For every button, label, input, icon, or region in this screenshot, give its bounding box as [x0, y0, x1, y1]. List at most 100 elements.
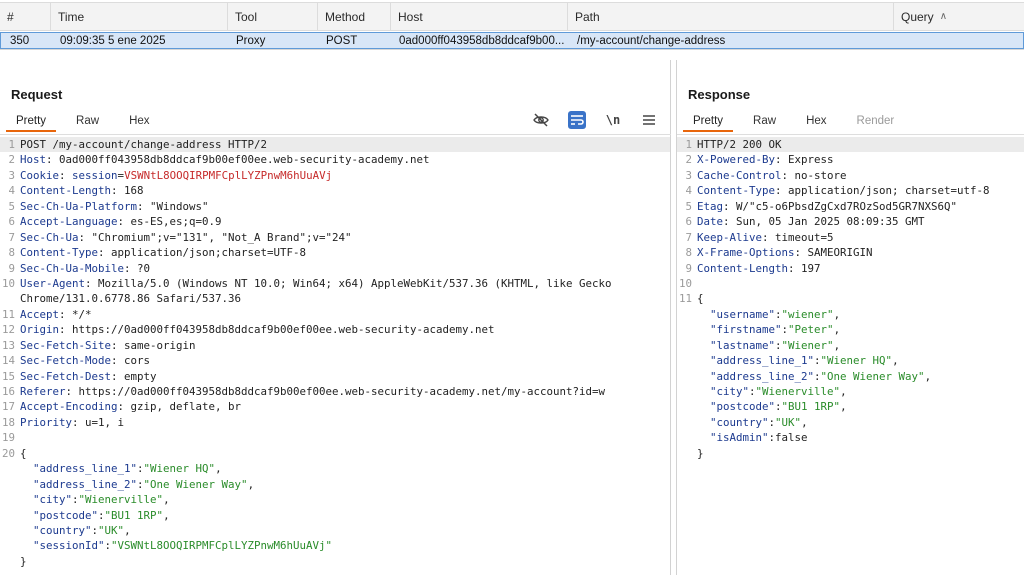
column-header-tool[interactable]: Tool	[228, 3, 318, 30]
column-header-query[interactable]: Query ∧	[894, 3, 1024, 30]
request-line: 1 POST /my-account/change-address HTTP/2	[0, 137, 670, 153]
column-header-time[interactable]: Time	[51, 3, 228, 30]
header-name: X-Frame-Options	[697, 246, 795, 260]
line-text: "city":"Wienerville",	[20, 492, 170, 507]
response-line: }	[677, 446, 1024, 461]
line-text: "postcode":"BU1 1RP",	[697, 399, 847, 414]
header-value: : "Windows"	[137, 199, 209, 213]
json-value: "BU1 1RP"	[104, 508, 164, 522]
wrap-lines-icon[interactable]	[568, 111, 586, 129]
line-number: 1	[685, 138, 692, 151]
line-number	[0, 477, 20, 492]
header-name: Sec-Fetch-Site	[20, 338, 112, 352]
column-header-path[interactable]: Path	[568, 3, 894, 30]
column-header-host[interactable]: Host	[391, 3, 568, 30]
json-value: "Wienerville"	[755, 385, 841, 398]
request-line: "postcode":"BU1 1RP",	[0, 508, 670, 523]
json-key: "country"	[710, 415, 769, 429]
request-panel: Request Pretty Raw Hex \n 1 POST /my-acco…	[0, 60, 671, 575]
json-value: "One Wiener Way"	[143, 477, 248, 491]
header-name: User-Agent	[20, 276, 86, 290]
line-number: 8	[685, 246, 692, 260]
response-line: 11 {	[677, 291, 1024, 306]
line-number	[0, 291, 20, 306]
request-line: 13 Sec-Fetch-Site: same-origin	[0, 338, 670, 353]
header-value: : https://0ad000ff043958db8ddcaf9b00ef00…	[59, 323, 495, 337]
row-time: 09:09:35 5 ene 2025	[60, 34, 166, 47]
response-tab-raw[interactable]: Raw	[743, 110, 786, 132]
header-value: : W/"c5-o6PbsdZgCxd7ROzSod5GR7NXS6Q"	[723, 199, 958, 213]
json-punct: ,	[924, 369, 932, 383]
column-header-method[interactable]: Method	[318, 3, 391, 30]
json-value: "VSWNtL8OOQIRPMFCplLYZPnwM6hUuAVj"	[111, 539, 333, 553]
json-value: "UK"	[98, 523, 125, 537]
json-key: "sessionId"	[33, 539, 105, 553]
line-number	[0, 508, 20, 523]
header-value: : empty	[111, 369, 157, 383]
header-name: Accept-Language	[20, 215, 118, 229]
line-text: Priority: u=1, i	[20, 415, 124, 430]
response-line: 4 Content-Type: application/json; charset…	[677, 183, 1024, 198]
header-name: Etag	[697, 199, 724, 213]
header-name: Cookie	[20, 168, 60, 182]
line-text: Accept: */*	[20, 307, 92, 322]
history-header-row: # Time Tool Method Host Path Query ∧	[0, 2, 1024, 31]
line-text: "address_line_2":"One Wiener Way",	[697, 369, 931, 384]
header-name: Content-Type	[697, 184, 776, 198]
response-line: 7 Keep-Alive: timeout=5	[677, 230, 1024, 245]
request-line: 5 Sec-Ch-Ua-Platform: "Windows"	[0, 199, 670, 214]
line-text: Content-Type: application/json;charset=U…	[20, 245, 306, 260]
line-text: Accept-Language: es-ES,es;q=0.9	[20, 214, 222, 229]
json-value: "Wiener HQ"	[143, 462, 216, 476]
line-text: Sec-Fetch-Site: same-origin	[20, 338, 196, 353]
header-name: Content-Type	[20, 246, 99, 260]
request-toolbar: \n	[532, 111, 658, 129]
request-line: 9 Sec-Ch-Ua-Mobile: ?0	[0, 261, 670, 276]
newline-icon[interactable]: \n	[604, 111, 622, 129]
line-number: 6	[8, 215, 15, 229]
json-value: "UK"	[775, 415, 802, 429]
line-number	[677, 353, 697, 368]
menu-icon[interactable]	[640, 111, 658, 129]
response-tab-pretty[interactable]: Pretty	[683, 110, 734, 132]
response-divider	[677, 134, 1024, 135]
line-text: "city":"Wienerville",	[697, 384, 847, 399]
json-key: "address_line_2"	[33, 477, 138, 491]
response-title: Response	[688, 87, 751, 102]
request-tab-hex[interactable]: Hex	[119, 110, 159, 132]
response-line: 8 X-Frame-Options: SAMEORIGIN	[677, 245, 1024, 260]
header-value: : cors	[111, 354, 151, 368]
json-key: "firstname"	[710, 323, 782, 337]
line-text: Host: 0ad000ff043958db8ddcaf9b00ef00ee.w…	[20, 152, 430, 167]
row-number: 350	[10, 34, 30, 47]
response-line: "postcode":"BU1 1RP",	[677, 399, 1024, 414]
request-line: 16 Referer: https://0ad000ff043958db8ddca…	[0, 384, 670, 399]
column-header-number[interactable]: #	[0, 3, 51, 30]
response-line: "country":"UK",	[677, 415, 1024, 430]
json-key: "city"	[710, 385, 750, 398]
line-text: Keep-Alive: timeout=5	[697, 230, 834, 245]
json-value: "BU1 1RP"	[781, 400, 841, 414]
header-name: Content-Length	[697, 261, 789, 275]
code-text: }	[20, 554, 27, 568]
request-line: 19	[0, 430, 670, 445]
request-editor[interactable]: 1 POST /my-account/change-address HTTP/2 2…	[0, 137, 670, 575]
request-tab-raw[interactable]: Raw	[66, 110, 109, 132]
line-text: POST /my-account/change-address HTTP/2	[20, 137, 267, 152]
header-name: Referer	[20, 385, 66, 398]
response-tab-hex[interactable]: Hex	[796, 110, 836, 132]
header-value: : u=1, i	[72, 415, 125, 429]
eye-slash-icon[interactable]	[532, 111, 550, 129]
json-key: "address_line_1"	[33, 462, 138, 476]
response-editor[interactable]: 1 HTTP/2 200 OK 2 X-Powered-By: Express 3 Cac…	[677, 137, 1024, 575]
request-tab-pretty[interactable]: Pretty	[6, 110, 57, 132]
header-value: : "Chromium";v="131", "Not_A Brand";v="2…	[78, 230, 352, 244]
line-text: "country":"UK",	[20, 523, 131, 538]
line-number: 3	[685, 168, 692, 182]
line-text: "address_line_1":"Wiener HQ",	[20, 461, 222, 476]
json-value: "Peter"	[788, 323, 834, 337]
history-row-selected[interactable]: 350 09:09:35 5 ene 2025 Proxy POST 0ad00…	[0, 32, 1024, 49]
response-tab-render[interactable]: Render	[847, 110, 905, 132]
